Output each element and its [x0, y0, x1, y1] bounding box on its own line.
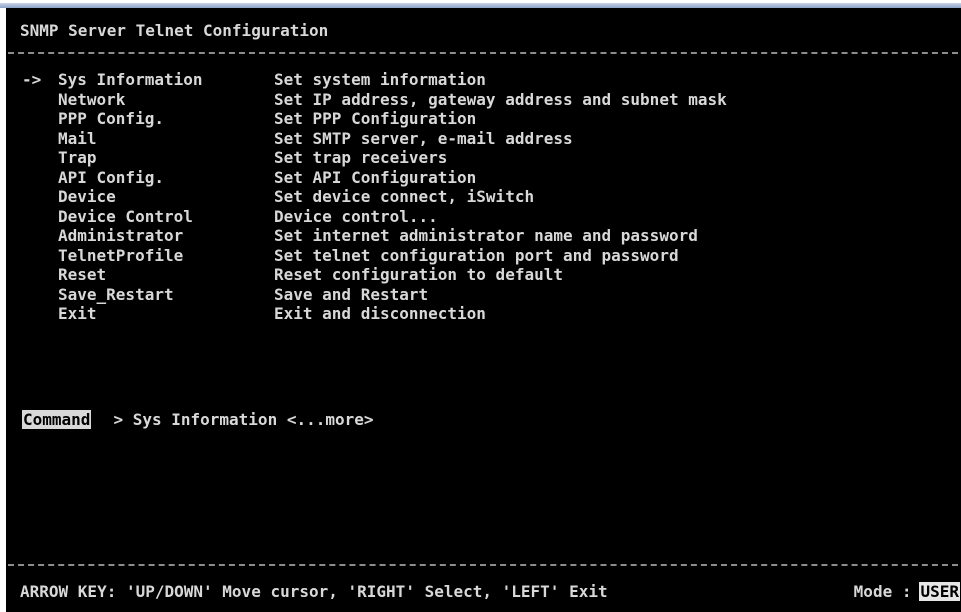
menu-item-label: Device Control [58, 206, 193, 226]
menu-item-description: Set telnet configuration port and passwo… [274, 245, 679, 265]
selection-cursor [22, 148, 58, 168]
menu-item-description: Set API Configuration [274, 167, 477, 187]
menu-item-label: API Config. [58, 167, 164, 187]
main-menu: -> Sys Information Set system information N… [22, 70, 727, 324]
menu-item-description: Save and Restart [274, 284, 429, 304]
selection-cursor [22, 129, 58, 149]
command-line: Command > Sys Information <...more> [22, 410, 374, 429]
selection-cursor [22, 109, 58, 129]
status-divider [8, 564, 958, 566]
selection-cursor [22, 265, 58, 285]
title-divider [8, 52, 958, 54]
menu-item-description: Device control... [274, 206, 438, 226]
selection-cursor [22, 226, 58, 246]
selection-cursor [22, 285, 58, 305]
menu-item-description: Reset configuration to default [274, 265, 563, 284]
menu-item-label: Save_Restart [58, 284, 174, 304]
menu-item-description: Set IP address, gateway address and subn… [274, 89, 727, 109]
menu-item-device[interactable]: Device Set device connect, iSwitch [22, 187, 727, 207]
selection-cursor: -> [22, 70, 42, 89]
menu-item-description: Set trap receivers [274, 148, 448, 167]
key-hint: ARROW KEY: 'UP/DOWN' Move cursor, 'RIGHT… [20, 582, 608, 601]
menu-item-label: TelnetProfile [58, 245, 184, 265]
menu-item-mail[interactable]: Mail Set SMTP server, e-mail address [22, 129, 727, 149]
menu-item-description: Set internet administrator name and pass… [274, 226, 698, 245]
selection-cursor [22, 246, 58, 266]
mode-label: Mode : [853, 582, 912, 601]
selection-cursor [22, 168, 58, 188]
menu-item-label: Administrator [58, 226, 184, 245]
menu-item-label: PPP Config. [58, 109, 164, 128]
window-frame-top [0, 0, 961, 8]
selection-cursor [22, 187, 58, 207]
menu-item-telnetprofile[interactable]: TelnetProfile Set telnet configuration po… [22, 246, 727, 266]
menu-item-description: Set PPP Configuration [274, 109, 477, 128]
menu-item-label: Reset [58, 265, 107, 284]
menu-item-reset[interactable]: Reset Reset configuration to default [22, 265, 727, 285]
menu-item-description: Exit and disconnection [274, 304, 486, 323]
selection-cursor [22, 90, 58, 110]
telnet-terminal[interactable]: SNMP Server Telnet Configuration -> Sys I… [6, 8, 961, 612]
command-label: Command [22, 410, 92, 429]
menu-item-label: Trap [58, 148, 97, 167]
screen-title: SNMP Server Telnet Configuration [20, 21, 329, 40]
selection-cursor [22, 207, 58, 227]
menu-item-save-restart[interactable]: Save_Restart Save and Restart [22, 285, 727, 305]
menu-item-ppp-config[interactable]: PPP Config. Set PPP Configuration [22, 109, 727, 129]
selection-cursor [22, 304, 58, 324]
menu-item-label: Exit [58, 304, 97, 323]
menu-item-network[interactable]: Network Set IP address, gateway address a… [22, 90, 727, 110]
menu-item-description: Set system information [274, 70, 486, 89]
menu-item-trap[interactable]: Trap Set trap receivers [22, 148, 727, 168]
menu-item-description: Set device connect, iSwitch [274, 187, 535, 206]
menu-item-sys-information[interactable]: -> Sys Information Set system information [22, 70, 727, 90]
command-text: > Sys Information <...more> [113, 410, 374, 429]
menu-item-label: Sys Information [58, 70, 203, 89]
menu-item-label: Network [58, 89, 126, 109]
menu-item-administrator[interactable]: Administrator Set internet administrator … [22, 226, 727, 246]
mode-badge: USER [919, 582, 960, 601]
menu-item-api-config[interactable]: API Config. Set API Configuration [22, 168, 727, 188]
menu-item-description: Set SMTP server, e-mail address [274, 128, 573, 148]
menu-item-label: Mail [58, 128, 97, 148]
menu-item-exit[interactable]: Exit Exit and disconnection [22, 304, 727, 324]
menu-item-device-control[interactable]: Device Control Device control... [22, 207, 727, 227]
menu-item-label: Device [58, 187, 116, 206]
status-bar: ARROW KEY: 'UP/DOWN' Move cursor, 'RIGHT… [20, 582, 960, 601]
